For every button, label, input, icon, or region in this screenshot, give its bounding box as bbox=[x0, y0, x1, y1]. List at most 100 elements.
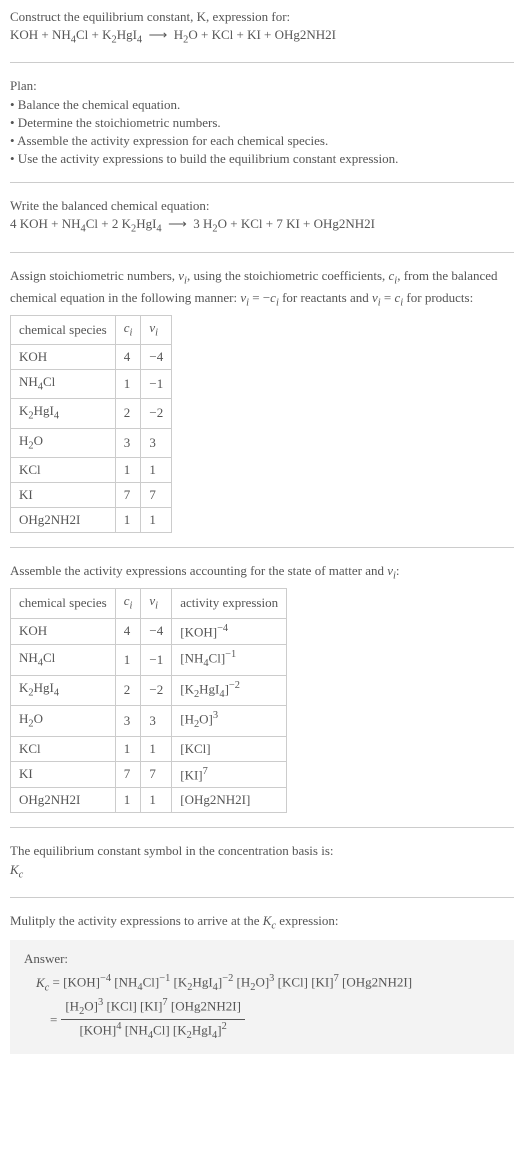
table-row: KOH4−4[KOH]−4 bbox=[11, 618, 287, 645]
assemble-text: Assemble the activity expressions accoun… bbox=[10, 562, 514, 584]
balanced-section: Write the balanced chemical equation: 4 … bbox=[10, 197, 514, 237]
cell: 7 bbox=[141, 482, 172, 507]
cell: 1 bbox=[115, 645, 141, 675]
col-ci: ci bbox=[115, 315, 141, 344]
cell: [KI]7 bbox=[172, 761, 287, 788]
table-row: OHg2NH2I11 bbox=[11, 508, 172, 533]
divider bbox=[10, 897, 514, 898]
cell: [OHg2NH2I] bbox=[172, 788, 287, 813]
cell: 2 bbox=[115, 675, 141, 705]
divider bbox=[10, 182, 514, 183]
cell: −2 bbox=[141, 399, 172, 428]
divider bbox=[10, 827, 514, 828]
activity-table: chemical species ci νi activity expressi… bbox=[10, 588, 287, 813]
assign-section: Assign stoichiometric numbers, νi, using… bbox=[10, 267, 514, 534]
table-row: KI77[KI]7 bbox=[11, 761, 287, 788]
fraction: [H2O]3 [KCl] [KI]7 [OHg2NH2I] [KOH]4 [NH… bbox=[61, 996, 245, 1044]
col-vi: νi bbox=[141, 315, 172, 344]
cell: NH4Cl bbox=[11, 645, 116, 675]
col-vi: νi bbox=[141, 589, 172, 618]
symbol-kc: Kc bbox=[10, 861, 514, 883]
balanced-heading: Write the balanced chemical equation: bbox=[10, 197, 514, 215]
cell: [KCl] bbox=[172, 736, 287, 761]
cell: 4 bbox=[115, 345, 141, 370]
col-ci: ci bbox=[115, 589, 141, 618]
col-activity: activity expression bbox=[172, 589, 287, 618]
cell: 7 bbox=[141, 761, 172, 788]
cell: K2HgI4 bbox=[11, 675, 116, 705]
answer-label: Answer: bbox=[24, 950, 500, 968]
table-header-row: chemical species ci νi activity expressi… bbox=[11, 589, 287, 618]
col-species: chemical species bbox=[11, 589, 116, 618]
cell: 2 bbox=[115, 399, 141, 428]
cell: −1 bbox=[141, 370, 172, 399]
cell: 3 bbox=[115, 428, 141, 457]
plan-item: • Assemble the activity expression for e… bbox=[10, 132, 514, 150]
divider bbox=[10, 547, 514, 548]
cell: 3 bbox=[141, 706, 172, 736]
cell: 1 bbox=[141, 788, 172, 813]
table-row: H2O33 bbox=[11, 428, 172, 457]
table-header-row: chemical species ci νi bbox=[11, 315, 172, 344]
cell: −1 bbox=[141, 645, 172, 675]
assemble-section: Assemble the activity expressions accoun… bbox=[10, 562, 514, 813]
table-row: H2O33[H2O]3 bbox=[11, 706, 287, 736]
cell: 1 bbox=[115, 457, 141, 482]
cell: KI bbox=[11, 761, 116, 788]
symbol-section: The equilibrium constant symbol in the c… bbox=[10, 842, 514, 882]
cell: 3 bbox=[141, 428, 172, 457]
symbol-line1: The equilibrium constant symbol in the c… bbox=[10, 842, 514, 860]
cell: 7 bbox=[115, 482, 141, 507]
cell: −4 bbox=[141, 345, 172, 370]
balanced-equation: 4 KOH + NH4Cl + 2 K2HgI4 ⟶ 3 H2O + KCl +… bbox=[10, 215, 514, 237]
multiply-text: Mulitply the activity expressions to arr… bbox=[10, 912, 514, 934]
table-row: KCl11 bbox=[11, 457, 172, 482]
table-row: OHg2NH2I11[OHg2NH2I] bbox=[11, 788, 287, 813]
cell: H2O bbox=[11, 706, 116, 736]
intro-equation: KOH + NH4Cl + K2HgI4 ⟶ H2O + KCl + KI + … bbox=[10, 26, 514, 48]
cell: KCl bbox=[11, 457, 116, 482]
cell: KOH bbox=[11, 618, 116, 645]
answer-eq1: Kc = [KOH]−4 [NH4Cl]−1 [K2HgI4]−2 [H2O]3… bbox=[50, 972, 500, 995]
cell: NH4Cl bbox=[11, 370, 116, 399]
cell: 1 bbox=[141, 457, 172, 482]
multiply-section: Mulitply the activity expressions to arr… bbox=[10, 912, 514, 1054]
cell: 7 bbox=[115, 761, 141, 788]
table-row: NH4Cl1−1 bbox=[11, 370, 172, 399]
divider bbox=[10, 252, 514, 253]
cell: 1 bbox=[141, 508, 172, 533]
cell: 4 bbox=[115, 618, 141, 645]
cell: 1 bbox=[141, 736, 172, 761]
cell: −4 bbox=[141, 618, 172, 645]
plan-item: • Balance the chemical equation. bbox=[10, 96, 514, 114]
cell: OHg2NH2I bbox=[11, 788, 116, 813]
table-row: K2HgI42−2 bbox=[11, 399, 172, 428]
cell: KOH bbox=[11, 345, 116, 370]
cell: 1 bbox=[115, 736, 141, 761]
table-row: NH4Cl1−1[NH4Cl]−1 bbox=[11, 645, 287, 675]
plan-item: • Determine the stoichiometric numbers. bbox=[10, 114, 514, 132]
cell: KCl bbox=[11, 736, 116, 761]
numerator: [H2O]3 [KCl] [KI]7 [OHg2NH2I] bbox=[61, 996, 245, 1020]
cell: 1 bbox=[115, 788, 141, 813]
table-row: KOH4−4 bbox=[11, 345, 172, 370]
cell: 3 bbox=[115, 706, 141, 736]
cell: OHg2NH2I bbox=[11, 508, 116, 533]
cell: [KOH]−4 bbox=[172, 618, 287, 645]
cell: K2HgI4 bbox=[11, 399, 116, 428]
plan-section: Plan: • Balance the chemical equation. •… bbox=[10, 77, 514, 168]
cell: −2 bbox=[141, 675, 172, 705]
table-row: KI77 bbox=[11, 482, 172, 507]
plan-heading: Plan: bbox=[10, 77, 514, 95]
table-row: K2HgI42−2[K2HgI4]−2 bbox=[11, 675, 287, 705]
assign-text: Assign stoichiometric numbers, νi, using… bbox=[10, 267, 514, 311]
cell: H2O bbox=[11, 428, 116, 457]
table-row: KCl11[KCl] bbox=[11, 736, 287, 761]
divider bbox=[10, 62, 514, 63]
cell: [K2HgI4]−2 bbox=[172, 675, 287, 705]
answer-box: Answer: Kc = [KOH]−4 [NH4Cl]−1 [K2HgI4]−… bbox=[10, 940, 514, 1054]
cell: [NH4Cl]−1 bbox=[172, 645, 287, 675]
intro-line1: Construct the equilibrium constant, K, e… bbox=[10, 8, 514, 26]
plan-item: • Use the activity expressions to build … bbox=[10, 150, 514, 168]
intro-section: Construct the equilibrium constant, K, e… bbox=[10, 8, 514, 48]
